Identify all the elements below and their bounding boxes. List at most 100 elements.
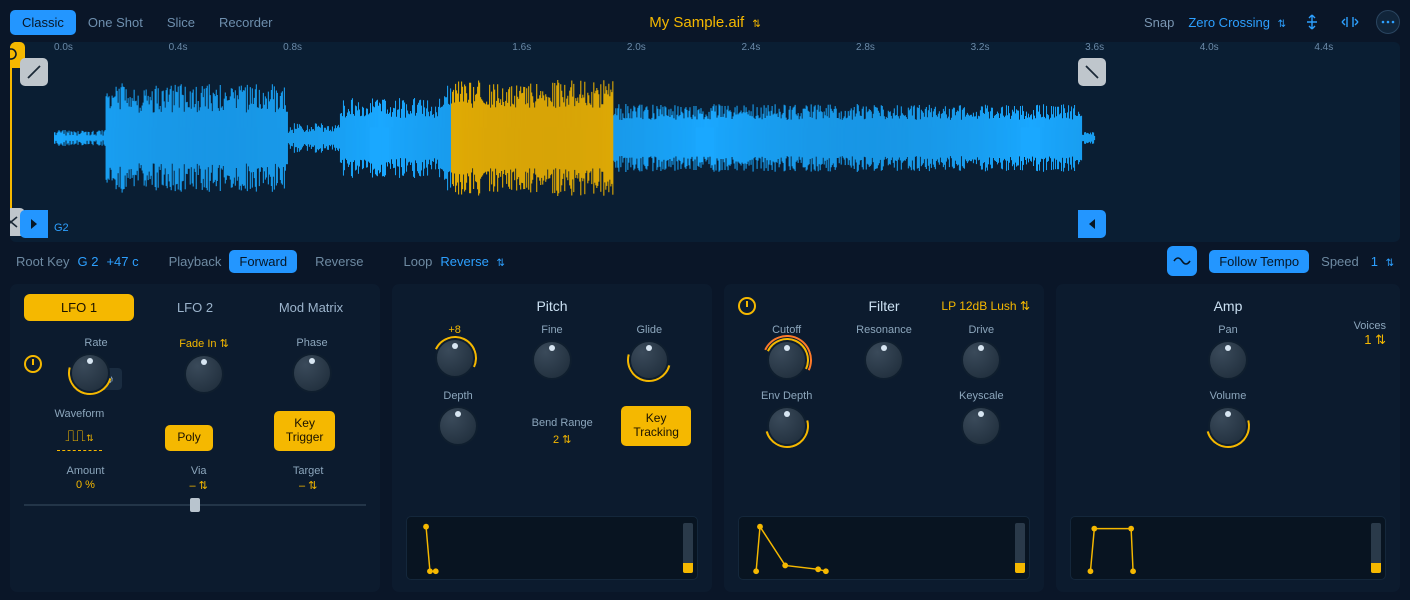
fine-label: Fine — [541, 324, 562, 336]
playback-label: Playback — [169, 254, 222, 269]
playback-reverse-button[interactable]: Reverse — [305, 250, 373, 273]
volume-label: Volume — [1210, 390, 1247, 402]
depth-knob[interactable] — [438, 406, 478, 446]
env-depth-label: Env Depth — [761, 390, 812, 402]
mode-tab-recorder[interactable]: Recorder — [207, 10, 284, 35]
snap-value[interactable]: Zero Crossing ⇅ — [1188, 15, 1286, 30]
voices-label: Voices — [1354, 320, 1386, 332]
fadein-label[interactable]: Fade In ⇅ — [179, 337, 229, 350]
pitch-panel: Pitch +8 Fine Glide Depth — [392, 284, 712, 592]
pitch-envelope[interactable] — [406, 516, 698, 580]
volume-knob[interactable] — [1208, 406, 1248, 446]
mode-tab-slice[interactable]: Slice — [155, 10, 207, 35]
glide-label: Glide — [636, 324, 662, 336]
snap-label: Snap — [1144, 15, 1174, 30]
mode-tabs: Classic One Shot Slice Recorder — [10, 10, 285, 35]
amp-title: Amp — [1214, 298, 1243, 314]
amount-slider[interactable] — [24, 496, 366, 514]
cutoff-knob[interactable] — [767, 340, 807, 380]
vertical-zoom-icon[interactable] — [1300, 10, 1324, 34]
filter-type-select[interactable]: LP 12dB Lush ⇅ — [941, 299, 1030, 313]
updown-icon: ⇅ — [496, 258, 504, 269]
via-label: Via — [191, 465, 207, 477]
root-key-value[interactable]: G 2 — [77, 254, 98, 269]
fine-knob[interactable] — [532, 340, 572, 380]
env-depth-knob[interactable] — [767, 406, 807, 446]
filter-panel: Filter LP 12dB Lush ⇅ Cutoff Resonance D… — [724, 284, 1044, 592]
amp-env-level[interactable] — [1371, 523, 1381, 573]
mode-tab-classic[interactable]: Classic — [10, 10, 76, 35]
root-key-cents[interactable]: +47 c — [106, 254, 138, 269]
loop-mode-value[interactable]: Reverse ⇅ — [440, 254, 504, 269]
speed-label: Speed — [1321, 254, 1359, 269]
rate-label: Rate — [84, 337, 107, 349]
updown-icon: ⇅ — [220, 338, 229, 350]
via-value[interactable]: – ⇅ — [189, 479, 207, 492]
waveform-svg — [54, 58, 1356, 218]
updown-icon: ⇅ — [1020, 299, 1030, 313]
sample-start-handle[interactable] — [20, 210, 48, 238]
keyscale-label: Keyscale — [959, 390, 1004, 402]
filter-power-button[interactable] — [738, 297, 756, 315]
drive-knob[interactable] — [961, 340, 1001, 380]
rate-knob[interactable] — [70, 353, 110, 393]
updown-icon: ⇅ — [86, 433, 94, 443]
bend-range-label: Bend Range — [532, 417, 593, 429]
pan-knob[interactable] — [1208, 340, 1248, 380]
resonance-knob[interactable] — [864, 340, 904, 380]
flex-button[interactable] — [1167, 246, 1197, 276]
amp-panel: Amp Voices 1 ⇅ Pan Volume — [1056, 284, 1400, 592]
phase-label: Phase — [296, 337, 327, 349]
fadein-knob[interactable] — [184, 354, 224, 394]
sample-end-handle[interactable] — [1078, 210, 1106, 238]
waveform-display[interactable]: 0.0s 0.4s 0.8s 1.6s 2.0s 2.4s 2.8s 3.2s … — [10, 42, 1400, 242]
keyscale-knob[interactable] — [961, 406, 1001, 446]
target-label: Target — [293, 465, 324, 477]
pitch-env-level[interactable] — [683, 523, 693, 573]
mode-tab-oneshot[interactable]: One Shot — [76, 10, 155, 35]
lfo-panel: LFO 1 LFO 2 Mod Matrix Rate ♪ — [10, 284, 380, 592]
updown-icon: ⇅ — [1278, 19, 1286, 30]
lfo-power-button[interactable] — [24, 355, 42, 373]
amount-value[interactable]: 0 % — [76, 479, 95, 491]
playback-forward-button[interactable]: Forward — [229, 250, 297, 273]
glide-knob[interactable] — [629, 340, 669, 380]
pitch-knob[interactable] — [435, 338, 475, 378]
target-value[interactable]: – ⇅ — [299, 479, 317, 492]
filter-title: Filter — [868, 298, 899, 314]
lfo-waveform-select[interactable]: ⎍⎍ ⇅ — [57, 424, 101, 451]
voices-value[interactable]: 1 ⇅ — [1354, 332, 1386, 348]
lfo-waveform-label: Waveform — [55, 408, 105, 420]
time-ruler: 0.0s 0.4s 0.8s 1.6s 2.0s 2.4s 2.8s 3.2s … — [54, 42, 1356, 58]
mod-matrix-tab[interactable]: Mod Matrix — [256, 294, 366, 321]
pan-label: Pan — [1218, 324, 1238, 336]
bend-range-value[interactable]: 2 ⇅ — [553, 433, 571, 446]
loop-region[interactable]: 1.6s — [10, 58, 12, 234]
fade-in-handle[interactable] — [20, 58, 48, 86]
fade-out-handle[interactable] — [1078, 58, 1106, 86]
lfo2-tab[interactable]: LFO 2 — [140, 294, 250, 321]
key-tracking-button[interactable]: Key Tracking — [621, 406, 691, 446]
drive-label: Drive — [968, 324, 994, 336]
filter-env-level[interactable] — [1015, 523, 1025, 573]
pitch-value: +8 — [448, 324, 461, 336]
lfo1-tab[interactable]: LFO 1 — [24, 294, 134, 321]
depth-label: Depth — [443, 390, 472, 402]
speed-value[interactable]: 1 ⇅ — [1371, 254, 1394, 269]
root-key-label: Root Key — [16, 254, 69, 269]
sample-title[interactable]: My Sample.aif ⇅ — [649, 14, 761, 31]
amp-envelope[interactable] — [1070, 516, 1386, 580]
pitch-title: Pitch — [536, 298, 567, 314]
updown-icon: ⇅ — [1386, 258, 1394, 269]
filter-envelope[interactable] — [738, 516, 1030, 580]
resonance-label: Resonance — [856, 324, 912, 336]
horizontal-zoom-icon[interactable] — [1338, 10, 1362, 34]
poly-button[interactable]: Poly — [165, 425, 212, 451]
amount-label: Amount — [67, 465, 105, 477]
phase-knob[interactable] — [292, 353, 332, 393]
more-menu-icon[interactable] — [1376, 10, 1400, 34]
updown-icon: ⇅ — [752, 19, 760, 30]
follow-tempo-button[interactable]: Follow Tempo — [1209, 250, 1309, 273]
key-trigger-button[interactable]: Key Trigger — [274, 411, 336, 451]
sample-title-text: My Sample.aif — [649, 14, 744, 31]
